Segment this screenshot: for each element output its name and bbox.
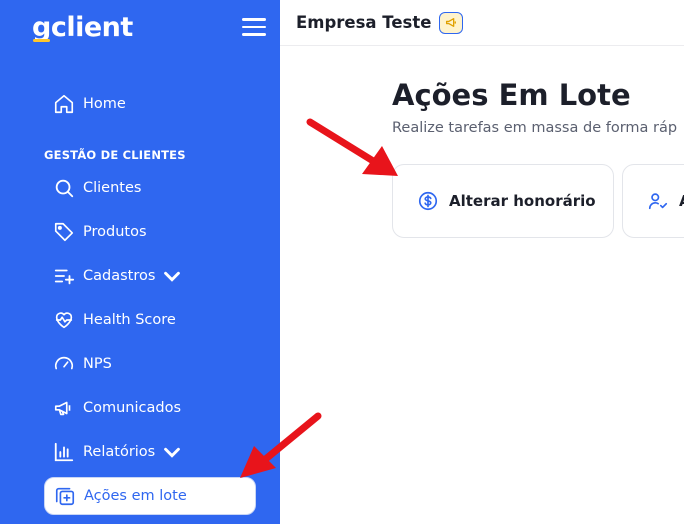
- sidebar-item-clientes[interactable]: Clientes: [44, 169, 256, 207]
- chevron-down-icon: [164, 447, 181, 458]
- sidebar-item-label: Comunicados: [83, 400, 182, 416]
- sidebar-item-nps[interactable]: NPS: [44, 345, 256, 383]
- sidebar-item-label: Cadastros: [83, 268, 156, 284]
- sidebar-item-label: Produtos: [83, 224, 147, 240]
- heart-pulse-icon: [53, 309, 75, 331]
- top-bar: Empresa Teste: [280, 0, 684, 46]
- second-action-card[interactable]: A: [622, 164, 684, 238]
- dollar-circle-icon: [418, 191, 438, 211]
- sidebar-item-label: Clientes: [83, 180, 142, 196]
- sidebar-item-acoes-em-lote[interactable]: Ações em lote: [44, 477, 256, 515]
- user-check-icon: [648, 193, 668, 210]
- bar-chart-icon: [53, 441, 75, 463]
- sidebar-item-comunicados[interactable]: Comunicados: [44, 389, 256, 427]
- card-label: A: [679, 192, 684, 210]
- alterar-honorario-card[interactable]: Alterar honorário: [392, 164, 614, 238]
- tag-icon: [53, 221, 75, 243]
- copy-plus-icon: [54, 485, 76, 507]
- sidebar-item-home[interactable]: Home: [44, 85, 256, 123]
- sidebar: g client Home GESTÃO DE CLIENTES Clientes…: [0, 0, 280, 524]
- list-plus-icon: [53, 265, 75, 287]
- logo-mark: g: [32, 12, 51, 43]
- company-name[interactable]: Empresa Teste: [296, 13, 431, 32]
- megaphone-icon: [53, 397, 75, 419]
- home-icon: [53, 93, 75, 115]
- sidebar-item-label: NPS: [83, 356, 112, 372]
- chevron-down-icon: [164, 271, 181, 282]
- sidebar-item-label: Ações em lote: [84, 488, 187, 504]
- sidebar-item-cadastros[interactable]: Cadastros: [44, 257, 256, 295]
- megaphone-icon[interactable]: [439, 11, 464, 34]
- sidebar-item-label: Home: [83, 96, 126, 112]
- logo-text: client: [50, 12, 133, 43]
- sidebar-item-label: Relatórios: [83, 444, 156, 460]
- gclient-logo[interactable]: g client: [32, 12, 133, 43]
- sidebar-item-label: Health Score: [83, 312, 176, 328]
- card-label: Alterar honorário: [449, 192, 596, 210]
- hamburger-icon[interactable]: [242, 18, 266, 38]
- sidebar-item-relatorios[interactable]: Relatórios: [44, 433, 256, 471]
- sidebar-item-produtos[interactable]: Produtos: [44, 213, 256, 251]
- search-icon: [53, 177, 75, 199]
- page-subtitle: Realize tarefas em massa de forma ráp: [392, 120, 678, 136]
- gauge-icon: [53, 353, 75, 375]
- section-label: GESTÃO DE CLIENTES: [44, 148, 186, 162]
- sidebar-item-health-score[interactable]: Health Score: [44, 301, 256, 339]
- page-title: Ações Em Lote: [392, 78, 631, 112]
